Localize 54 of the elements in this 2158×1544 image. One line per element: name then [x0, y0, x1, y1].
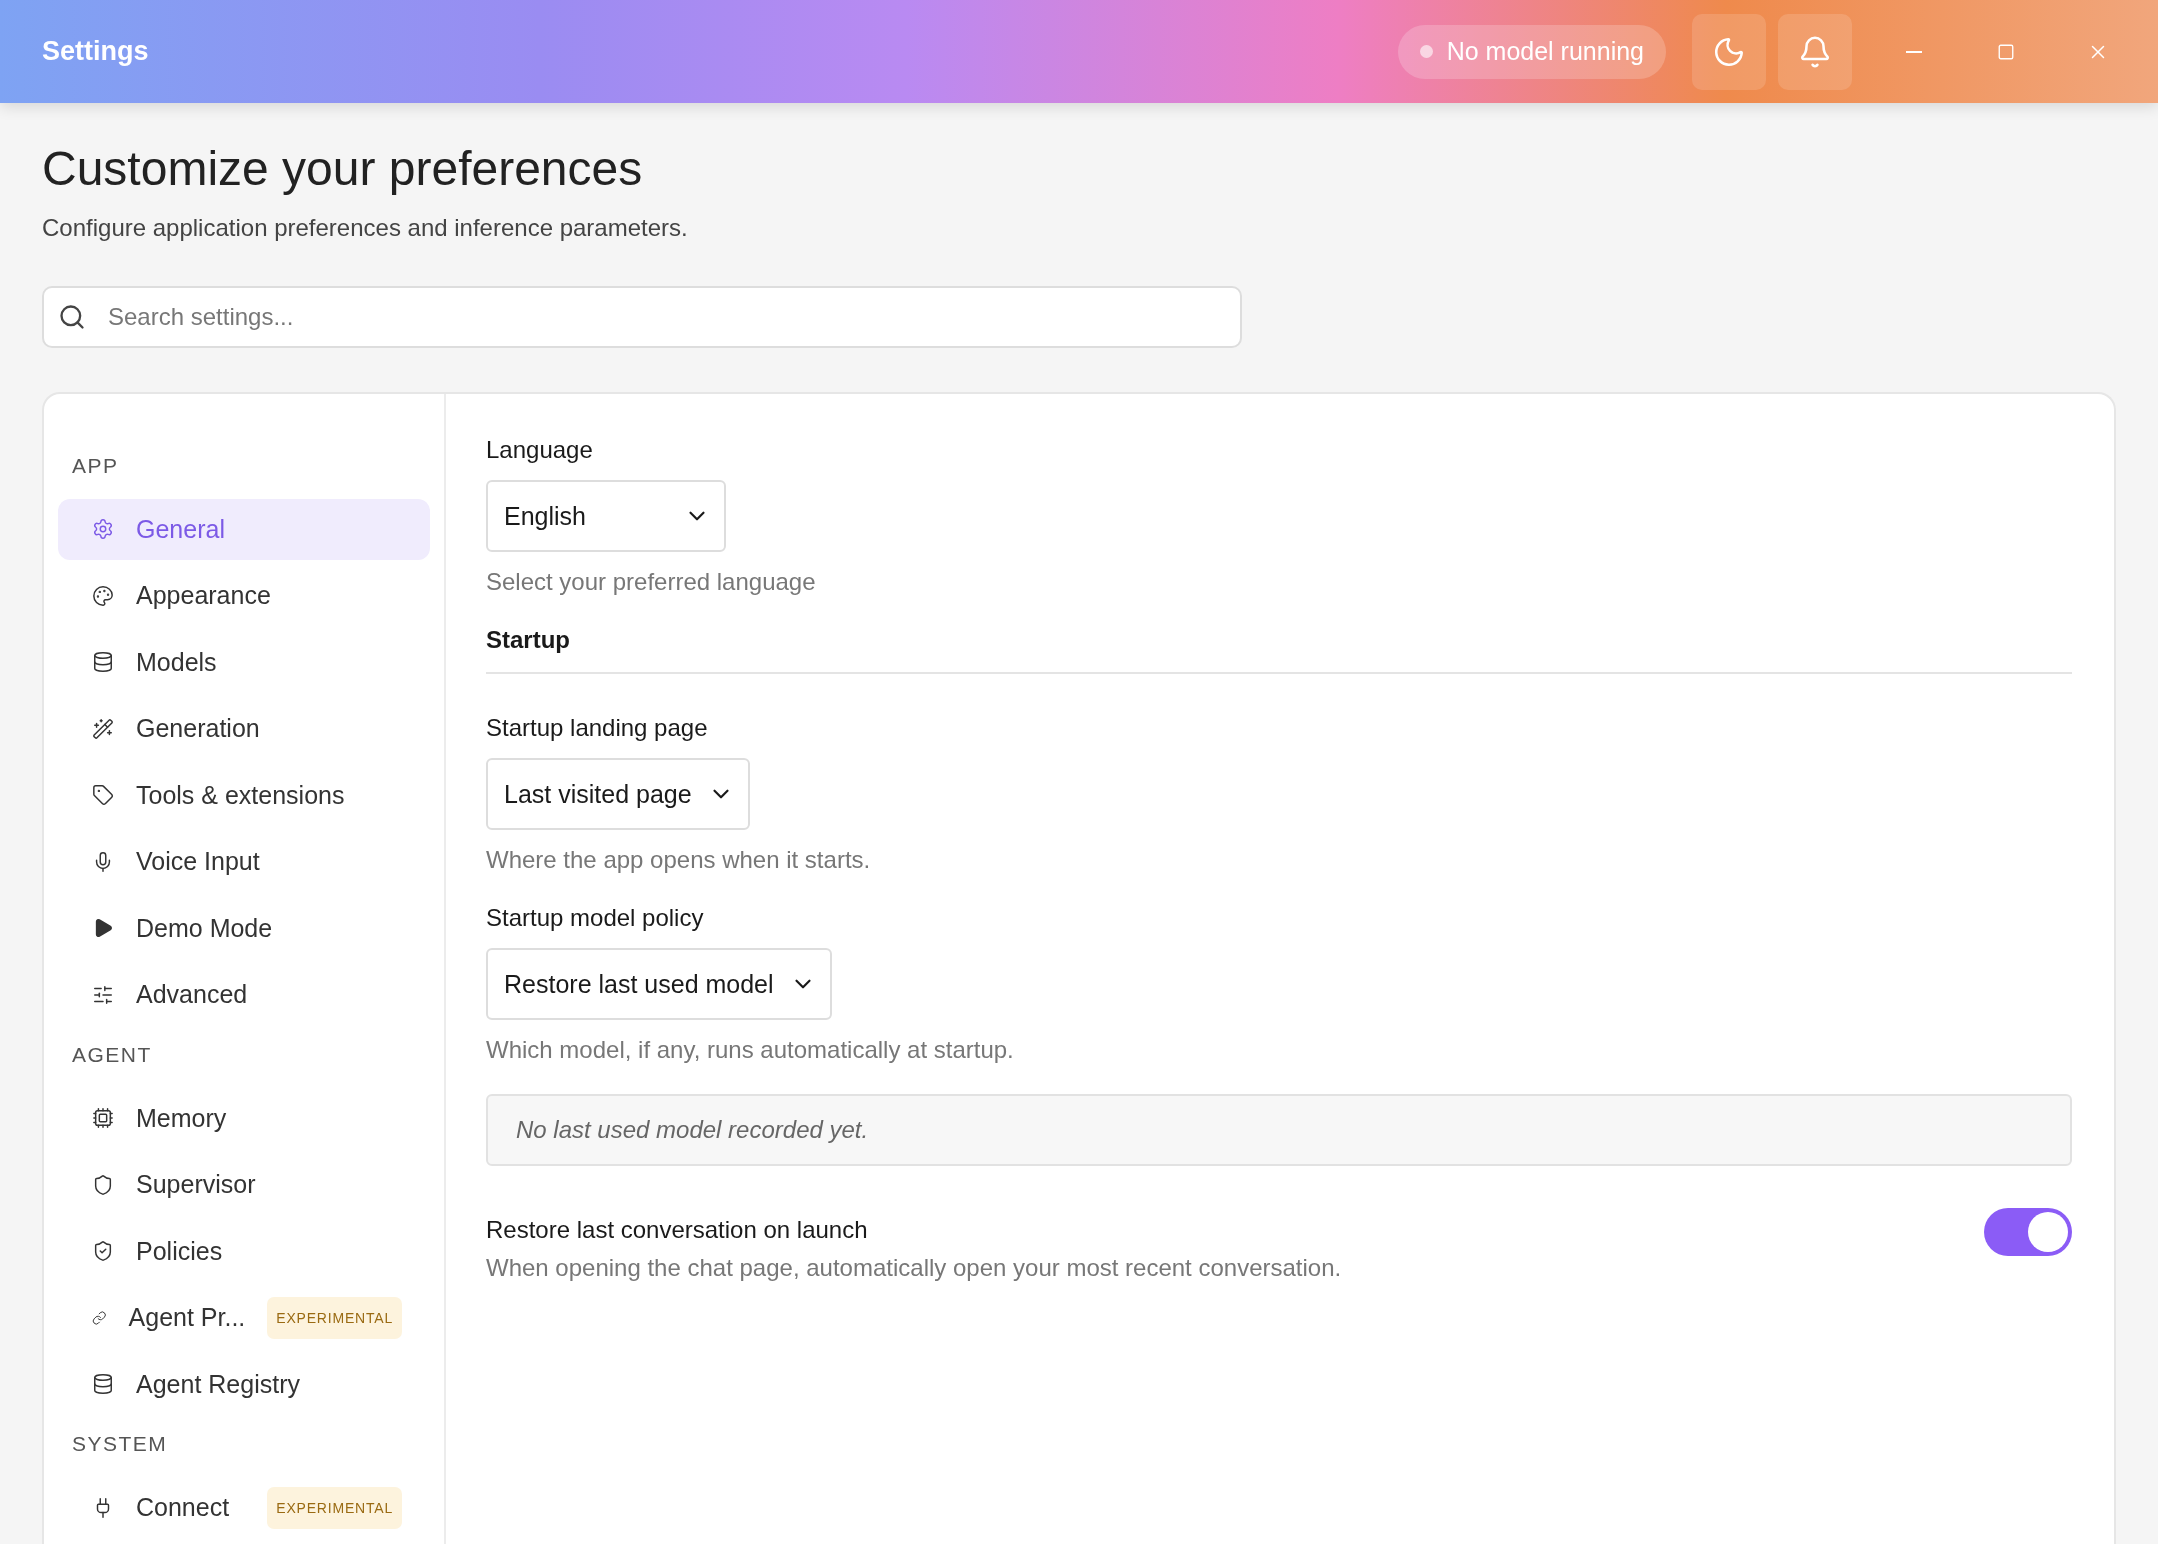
theme-button[interactable]: [1692, 13, 1766, 90]
section-heading: Startup: [486, 626, 2072, 674]
tag-icon: [92, 784, 114, 807]
status-label: No model running: [1446, 37, 1644, 66]
dropdown[interactable]: Restore last used model: [486, 948, 832, 1020]
sidebar-item[interactable]: Policies: [58, 1221, 430, 1282]
palette-icon: [92, 584, 114, 607]
field-label: Startup landing page: [486, 714, 709, 742]
sidebar-item[interactable]: Supervisor: [58, 1154, 430, 1216]
wand-icon: [92, 717, 114, 740]
sidebar-item[interactable]: Memory: [58, 1088, 430, 1149]
sidebar-item[interactable]: Demo Mode: [58, 898, 430, 959]
maximize-icon: [1997, 42, 2015, 61]
sidebar-item[interactable]: Advanced: [58, 964, 430, 1026]
field-label: Startup model policy: [486, 904, 705, 932]
bell-icon: [1798, 34, 1832, 69]
page-title: Customize your preferences: [42, 141, 644, 196]
toggle-switch[interactable]: [1984, 1208, 2072, 1256]
sidebar-section-label: APP: [71, 452, 120, 479]
search-icon: [58, 303, 86, 331]
field-hint: Where the app opens when it starts.: [486, 846, 872, 874]
minimize-icon: [1906, 50, 1922, 53]
sidebar-item[interactable]: Models: [58, 632, 430, 693]
sliders-icon: [92, 983, 114, 1006]
dropdown[interactable]: Last visited page: [486, 758, 750, 830]
chip-icon: [92, 1107, 114, 1130]
dropdown[interactable]: English: [486, 480, 726, 552]
sidebar-section-label: SYSTEM: [71, 1431, 169, 1458]
field-hint: When opening the chat page, automatically open your most recent conversation.: [486, 1254, 1342, 1282]
experimental-badge: EXPERIMENTAL: [267, 1296, 402, 1339]
database-icon: [92, 1373, 114, 1396]
field-hint: Which model, if any, runs automatically at startup.: [486, 1036, 1015, 1064]
page-subtitle: Configure application preferences and inference parameters.: [42, 214, 689, 242]
sidebar-item[interactable]: Voice Input: [58, 831, 430, 893]
field-label: Language: [486, 436, 594, 464]
field-label: Restore last conversation on launch: [486, 1216, 869, 1244]
sidebar-item[interactable]: General: [58, 499, 430, 560]
notifications-button[interactable]: [1778, 13, 1852, 90]
sidebar-item[interactable]: Tools & extensions: [58, 765, 430, 826]
sidebar-item[interactable]: Connect EXPERIMENTAL: [58, 1477, 430, 1539]
info-note: No last used model recorded yet.: [486, 1094, 2072, 1166]
shield-check-icon: [92, 1240, 114, 1263]
sidebar-section-label: AGENT: [71, 1041, 153, 1068]
gear-icon: [92, 518, 114, 541]
sidebar-item[interactable]: Appearance: [58, 565, 430, 627]
window-title: Settings: [42, 36, 150, 67]
database-icon: [92, 651, 114, 674]
sidebar-item[interactable]: Agent Pr... EXPERIMENTAL: [58, 1287, 430, 1349]
field-hint: Select your preferred language: [486, 568, 817, 596]
shield-icon: [92, 1173, 114, 1196]
sidebar-item[interactable]: Generation: [58, 698, 430, 760]
search-field[interactable]: Search settings...: [42, 286, 1242, 348]
experimental-badge: EXPERIMENTAL: [267, 1486, 402, 1529]
sidebar-item[interactable]: Agent Registry: [58, 1354, 430, 1415]
